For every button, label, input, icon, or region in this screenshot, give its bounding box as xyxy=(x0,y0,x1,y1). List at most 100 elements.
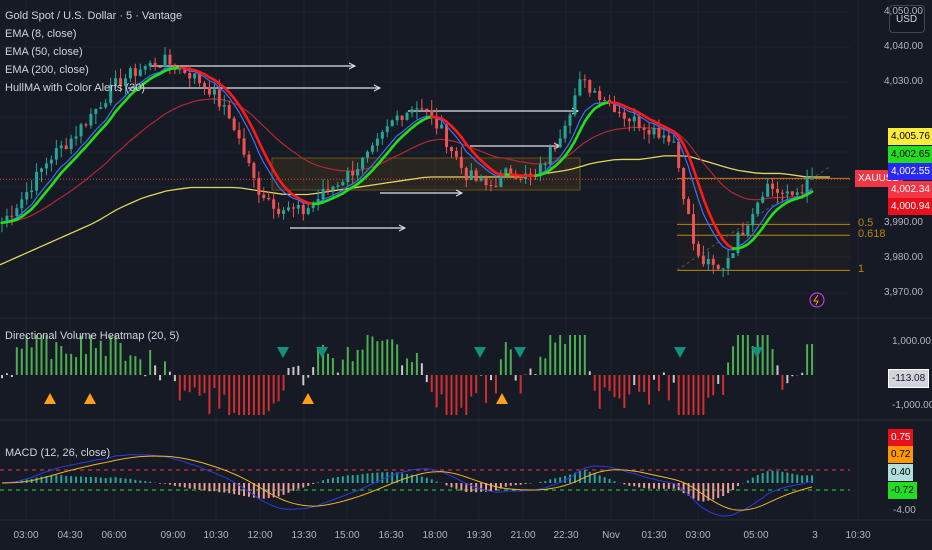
candle xyxy=(69,138,73,150)
candle xyxy=(761,196,765,203)
candle xyxy=(474,170,478,181)
candle xyxy=(479,178,483,181)
candle xyxy=(346,171,350,182)
bearish-signal-icon xyxy=(514,347,526,358)
candle xyxy=(563,125,567,139)
candle xyxy=(509,168,513,174)
price-tag: 4,002.55 xyxy=(888,163,932,180)
candle xyxy=(420,108,424,110)
candle xyxy=(805,177,809,193)
candle xyxy=(282,210,286,214)
candle xyxy=(30,190,34,193)
time-tick: 04:30 xyxy=(57,530,83,541)
candle xyxy=(543,164,547,166)
candle xyxy=(188,72,192,79)
candle xyxy=(207,86,211,95)
bullish-signal-icon xyxy=(44,393,56,404)
candle xyxy=(267,197,271,200)
legend-ema8[interactable]: EMA (8, close) xyxy=(5,28,77,40)
candle xyxy=(449,146,453,152)
price-tick: 3,990.00 xyxy=(884,216,923,228)
candle xyxy=(425,108,429,111)
volume-current-tag: -113.08 xyxy=(888,369,930,388)
candle xyxy=(785,191,789,194)
candle xyxy=(469,170,473,181)
legend-volume-heatmap[interactable]: Directional Volume Heatmap (20, 5) xyxy=(5,330,179,342)
candle xyxy=(790,191,794,195)
candle xyxy=(74,136,78,139)
legend-macd[interactable]: MACD (12, 26, close) xyxy=(5,447,110,459)
candle xyxy=(622,112,626,119)
price-tick: 4,040.00 xyxy=(884,41,923,53)
candle xyxy=(771,183,775,189)
candle xyxy=(519,178,523,180)
candle xyxy=(222,105,226,107)
fib-label-0.618: 0.618 xyxy=(858,228,886,241)
legend-ema50[interactable]: EMA (50, close) xyxy=(5,46,83,58)
time-tick: 10:30 xyxy=(203,530,229,541)
candle xyxy=(227,105,231,119)
candle xyxy=(766,183,770,197)
time-tick: 03:00 xyxy=(13,530,39,541)
candle xyxy=(94,108,98,114)
candle xyxy=(242,138,246,155)
candle xyxy=(385,126,389,133)
time-tick: 10:30 xyxy=(845,530,871,541)
candle xyxy=(746,225,750,235)
candle xyxy=(637,116,641,128)
candle xyxy=(138,69,142,76)
candle xyxy=(568,114,572,126)
legend-hullma[interactable]: HullMA with Color Alerts (30) xyxy=(5,82,145,94)
time-tick: 05:00 xyxy=(743,530,769,541)
macd-tag: -0.72 xyxy=(888,482,917,499)
price-tag: 4,005.76 xyxy=(888,128,932,145)
macd-tag: 0.75 xyxy=(888,429,914,446)
volume-tick: -1,000.00 xyxy=(892,400,932,411)
candle xyxy=(553,146,557,148)
candle xyxy=(810,177,814,179)
candle xyxy=(10,215,14,217)
candle xyxy=(212,89,216,95)
macd-tag: 0.40 xyxy=(888,464,914,481)
candle xyxy=(573,95,577,115)
candle xyxy=(721,268,725,270)
candle xyxy=(400,115,404,120)
bullish-signal-icon xyxy=(84,393,96,404)
candle xyxy=(148,62,152,67)
candle xyxy=(489,185,493,187)
candle xyxy=(217,89,221,107)
candle xyxy=(277,208,281,214)
candle xyxy=(326,188,330,191)
price-tick: 4,050.00 xyxy=(884,6,923,17)
bearish-signal-icon xyxy=(674,347,686,358)
candle xyxy=(153,62,157,67)
candle xyxy=(454,151,458,157)
candle xyxy=(726,258,730,269)
candle xyxy=(504,168,508,174)
candle xyxy=(662,135,666,138)
candle xyxy=(731,253,735,259)
candle xyxy=(321,188,325,200)
candle xyxy=(203,83,207,87)
candle xyxy=(692,214,696,244)
candle xyxy=(588,79,592,93)
candle xyxy=(459,156,463,168)
candle xyxy=(464,167,468,181)
price-tag: 4,000.94 xyxy=(888,198,932,215)
candle xyxy=(657,127,661,138)
time-tick: Nov xyxy=(602,530,620,541)
candle xyxy=(440,124,444,129)
candle xyxy=(272,199,276,209)
legend-ema200[interactable]: EMA (200, close) xyxy=(5,64,89,76)
macd-line xyxy=(1,453,813,517)
candle xyxy=(682,167,686,200)
hullma-segment xyxy=(573,129,582,143)
price-tag: 4,002.65 xyxy=(888,146,932,163)
candle xyxy=(247,154,251,164)
candle xyxy=(751,213,755,226)
candle xyxy=(548,146,552,165)
price-tick: 3,980.00 xyxy=(884,251,923,263)
price-tick: 3,970.00 xyxy=(884,286,923,298)
candle xyxy=(736,232,740,254)
candle xyxy=(237,129,241,139)
